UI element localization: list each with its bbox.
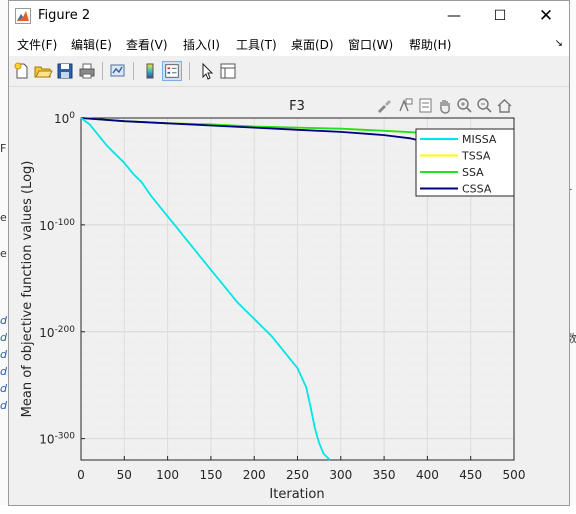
x-tick-label: 50 (117, 468, 132, 482)
legend-label-ssa: SSA (462, 166, 484, 179)
chart-title: F3 (289, 99, 305, 114)
y-axis-label: Mean of objective function values (Log) (20, 161, 35, 418)
legend-label-cssa: CSSA (462, 183, 492, 196)
y-tick-label: 10-200 (39, 325, 75, 340)
x-tick-label: 400 (416, 468, 439, 482)
x-tick-label: 200 (243, 468, 266, 482)
chart-plot: 0 50 100 150 200 250 300 350 400 450 500 100 10-100 1… (20, 99, 526, 502)
x-tick-label: 150 (199, 468, 222, 482)
x-tick-label: 350 (373, 468, 396, 482)
y-tick-label: 100 (54, 111, 75, 126)
x-tick-label: 300 (329, 468, 352, 482)
y-tick-label: 10-100 (39, 218, 75, 233)
series-line-missa (80, 117, 331, 461)
legend-label-missa: MISSA (462, 133, 497, 146)
x-tick-label: 250 (286, 468, 309, 482)
x-tick-label: 0 (77, 468, 85, 482)
legend-label-tssa: TSSA (461, 150, 491, 163)
y-tick-label: 10-300 (39, 432, 75, 447)
x-tick-label: 500 (503, 468, 526, 482)
x-tick-label: 450 (459, 468, 482, 482)
x-axis-label: Iteration (269, 487, 324, 502)
chart-legend[interactable]: MISSA TSSA SSA CSSA (415, 128, 515, 197)
x-tick-label: 100 (156, 468, 179, 482)
